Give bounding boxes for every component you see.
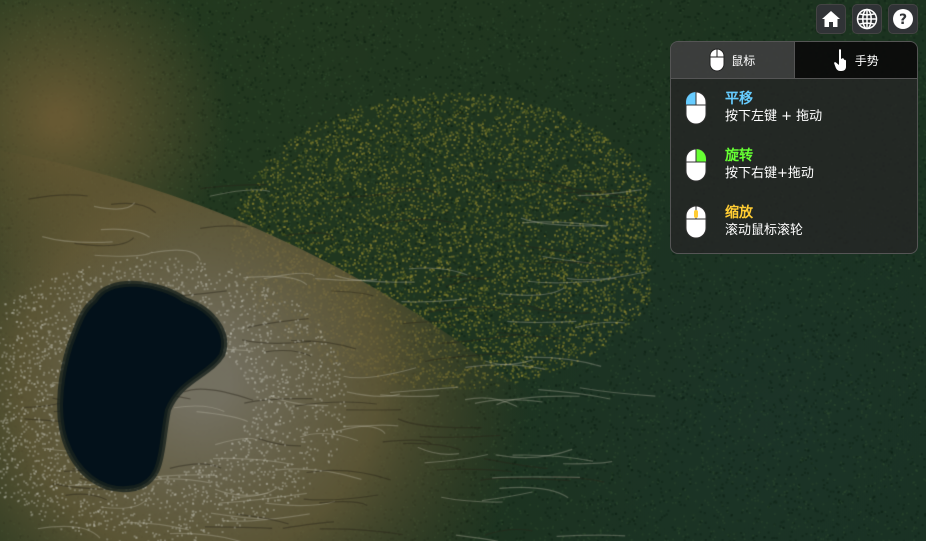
tab-mouse[interactable]: 鼠标 xyxy=(671,42,795,78)
home-icon xyxy=(822,11,840,27)
zoom-title: 缩放 xyxy=(725,205,753,221)
help-item-pan: 平移 按下左键 + 拖动 xyxy=(671,87,917,144)
tab-mouse-label: 鼠标 xyxy=(731,53,756,68)
home-button[interactable] xyxy=(816,4,846,34)
mouse-wheel-icon xyxy=(685,205,707,239)
help-item-zoom: 缩放 滚动鼠标滚轮 xyxy=(671,201,917,253)
mouse-left-icon xyxy=(685,91,707,125)
mouse-icon xyxy=(709,48,725,72)
toolbar: ? xyxy=(816,4,918,34)
svg-text:?: ? xyxy=(899,12,907,28)
map-viewer[interactable]: ? 鼠标 手势 平移 按下左键 + 拖动 旋转 按下右键+拖动 缩放 滚动鼠标滚… xyxy=(0,0,926,541)
rotate-title: 旋转 xyxy=(725,148,753,164)
globe-icon xyxy=(856,8,878,30)
tab-touch-label: 手势 xyxy=(854,53,879,68)
hand-pointer-icon xyxy=(833,49,846,71)
pan-title: 平移 xyxy=(725,91,753,107)
question-icon: ? xyxy=(893,9,913,29)
tab-touch[interactable]: 手势 xyxy=(794,42,917,78)
help-button[interactable]: ? xyxy=(888,4,918,34)
help-items: 平移 按下左键 + 拖动 旋转 按下右键+拖动 缩放 滚动鼠标滚轮 xyxy=(671,79,917,253)
scene-mode-button[interactable] xyxy=(852,4,882,34)
pan-description: 按下左键 + 拖动 xyxy=(725,109,823,124)
help-tabs: 鼠标 手势 xyxy=(671,42,917,79)
mouse-right-icon xyxy=(685,148,707,182)
zoom-description: 滚动鼠标滚轮 xyxy=(725,223,804,238)
navigation-help-panel: 鼠标 手势 平移 按下左键 + 拖动 旋转 按下右键+拖动 缩放 滚动鼠标滚轮 xyxy=(670,41,918,254)
rotate-description: 按下右键+拖动 xyxy=(725,166,814,181)
help-item-rotate: 旋转 按下右键+拖动 xyxy=(671,144,917,201)
